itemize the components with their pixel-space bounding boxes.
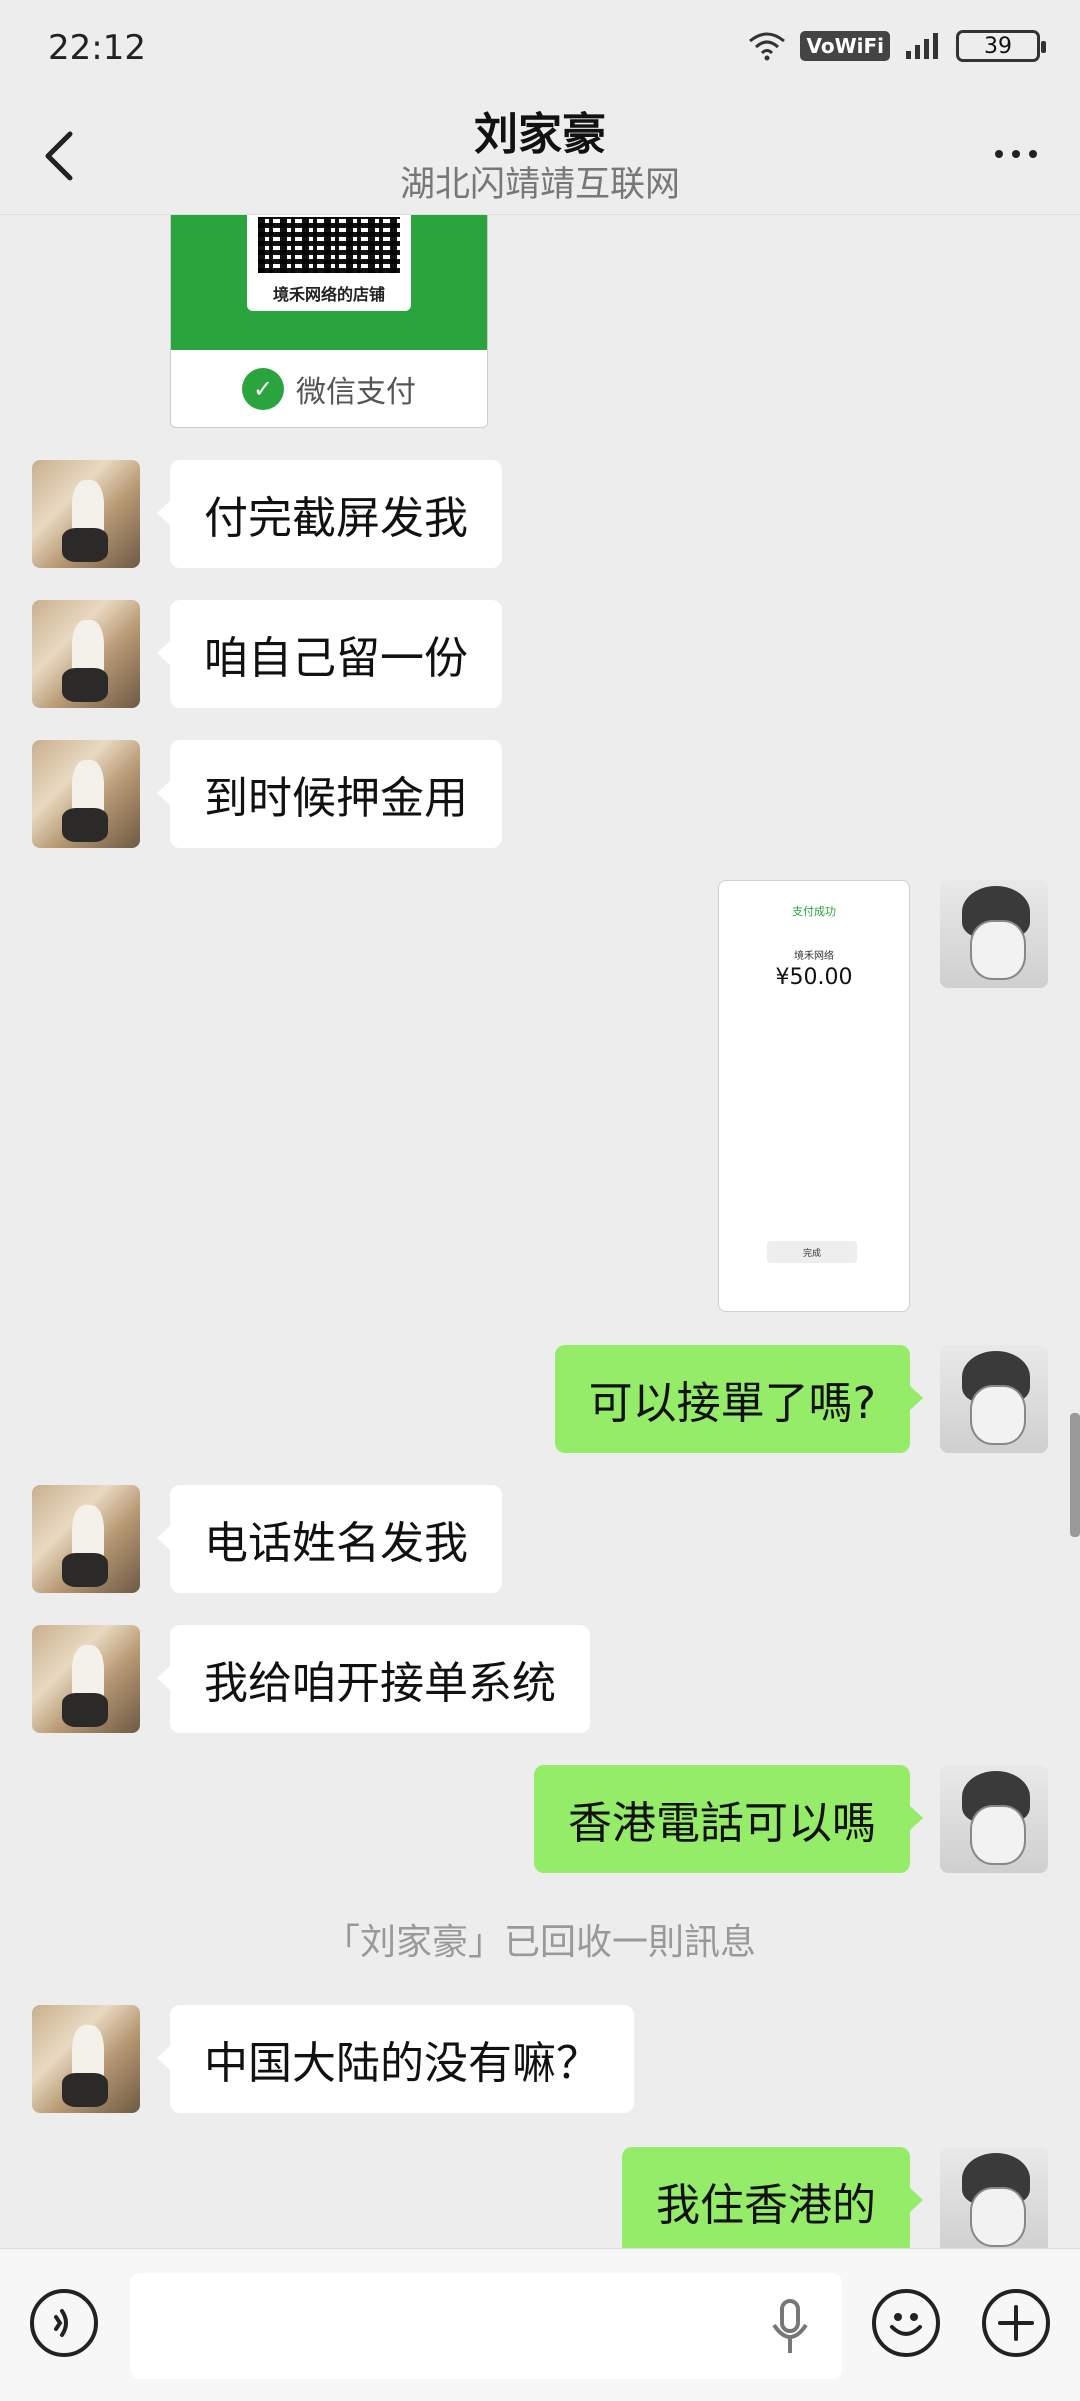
message-input[interactable] <box>130 2273 842 2379</box>
chat-subtitle: 湖北闪靖靖互联网 <box>399 165 680 205</box>
screenshot-status: 支付成功 <box>792 905 836 918</box>
contact-avatar[interactable] <box>32 1485 140 1593</box>
payment-qr-card[interactable]: 境禾网络的店铺 ✓ 微信支付 <box>170 215 488 428</box>
input-bar <box>0 2248 1080 2401</box>
message-bubble-incoming[interactable]: 付完截屏发我 <box>157 460 502 568</box>
battery-indicator: 39 <box>956 30 1046 62</box>
message-bubble-outgoing[interactable]: 可以接單了嗎? <box>554 1345 924 1453</box>
microphone-icon[interactable] <box>770 2297 810 2357</box>
message-bubble-incoming[interactable]: 到时候押金用 <box>157 740 502 848</box>
message-bubble-incoming[interactable]: 我给咱开接单系统 <box>157 1625 590 1733</box>
status-time: 22:12 <box>48 28 146 68</box>
contact-avatar[interactable] <box>32 740 140 848</box>
message-bubble-outgoing[interactable]: 香港電話可以嗎 <box>534 1765 923 1873</box>
user-avatar[interactable] <box>940 2147 1048 2248</box>
payment-screenshot-image[interactable]: 支付成功 境禾网络 ¥50.00 完成 <box>718 880 910 1312</box>
contact-avatar[interactable] <box>32 2005 140 2113</box>
message-bubble-incoming[interactable]: 电话姓名发我 <box>157 1485 502 1593</box>
qr-code-icon <box>258 217 400 273</box>
wifi-icon <box>749 32 786 61</box>
voice-icon <box>54 2309 68 2337</box>
plus-icon <box>998 2305 1034 2341</box>
battery-level: 39 <box>984 33 1012 59</box>
chat-header: 刘家豪 湖北闪靖靖互联网 <box>0 96 1080 215</box>
wechat-pay-icon: ✓ <box>242 367 284 410</box>
chat-messages[interactable]: 境禾网络的店铺 ✓ 微信支付 付完截屏发我 咱自己留一份 到时候押金用 支付成功… <box>0 215 1080 2248</box>
status-bar: 22:12 VoWiFi 39 <box>0 0 1080 96</box>
payment-qr-area: 境禾网络的店铺 <box>171 215 487 350</box>
vowifi-badge: VoWiFi <box>800 31 890 61</box>
chat-title: 刘家豪 <box>474 109 606 160</box>
screenshot-merchant: 境禾网络 <box>794 951 834 962</box>
scrollbar-thumb[interactable] <box>1070 1413 1080 1537</box>
shop-name: 境禾网络的店铺 <box>272 285 385 304</box>
contact-avatar[interactable] <box>32 1625 140 1733</box>
payment-footer: ✓ 微信支付 <box>171 350 487 427</box>
user-avatar[interactable] <box>940 1765 1048 1873</box>
message-bubble-incoming[interactable]: 咱自己留一份 <box>157 600 502 708</box>
screenshot-amount: ¥50.00 <box>775 965 853 990</box>
emoji-button[interactable] <box>872 2289 940 2357</box>
emoji-icon <box>890 2313 922 2336</box>
wechat-pay-label: 微信支付 <box>296 374 416 410</box>
contact-avatar[interactable] <box>32 600 140 708</box>
message-bubble-outgoing[interactable]: 我住香港的 <box>622 2147 923 2248</box>
recall-system-note: 「刘家豪」已回收一則訊息 <box>323 1922 756 1963</box>
more-functions-button[interactable] <box>982 2289 1050 2357</box>
user-avatar[interactable] <box>940 880 1048 988</box>
screenshot-done-button: 完成 <box>767 1241 857 1263</box>
status-icons: VoWiFi 39 <box>748 30 1046 62</box>
message-bubble-incoming[interactable]: 中国大陆的没有嘛？ <box>157 2005 634 2113</box>
voice-toggle-button[interactable] <box>30 2289 98 2357</box>
signal-icon <box>906 33 938 59</box>
more-options-icon[interactable] <box>986 124 1046 184</box>
contact-avatar[interactable] <box>32 460 140 568</box>
qr-code-box: 境禾网络的店铺 <box>247 215 411 311</box>
user-avatar[interactable] <box>940 1345 1048 1453</box>
